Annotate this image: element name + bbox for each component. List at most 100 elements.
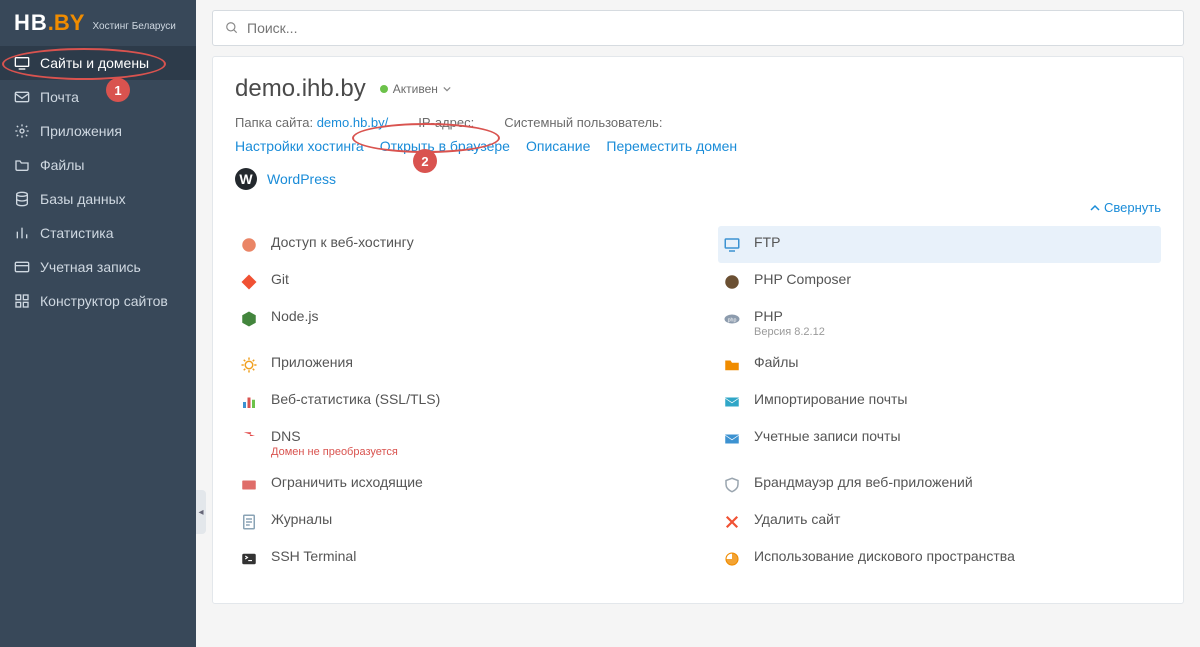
tool-restrict[interactable]: Ограничить исходящие xyxy=(235,466,678,503)
tool-label: Журналы xyxy=(271,511,332,527)
search-bar[interactable] xyxy=(212,10,1184,46)
apps-icon xyxy=(239,355,259,375)
tool-label: Веб-статистика (SSL/TLS) xyxy=(271,391,440,407)
sidebar-item-2[interactable]: Приложения xyxy=(0,114,196,148)
svg-text:php: php xyxy=(728,317,737,323)
sidebar-item-label: Учетная запись xyxy=(40,259,141,275)
dns-icon xyxy=(239,429,259,449)
description-link[interactable]: Описание xyxy=(526,138,590,154)
tool-stats[interactable]: Веб-статистика (SSL/TLS) xyxy=(235,383,678,420)
tool-label: Node.js xyxy=(271,308,318,324)
tool-git[interactable]: Git xyxy=(235,263,678,300)
sidebar-item-label: Сайты и домены xyxy=(40,55,149,71)
stats-icon xyxy=(239,392,259,412)
wordpress-row: W WordPress xyxy=(235,168,1161,190)
chevron-up-icon xyxy=(1090,203,1100,213)
tool-hosting[interactable]: Доступ к веб-хостингу xyxy=(235,226,678,263)
sidebar-item-0[interactable]: Сайты и домены xyxy=(0,46,196,80)
main-area: demo.ihb.by Активен Папка сайта: demo.hb… xyxy=(196,0,1200,647)
ssh-icon xyxy=(239,549,259,569)
sidebar-item-7[interactable]: Конструктор сайтов xyxy=(0,284,196,318)
php-icon: php xyxy=(722,309,742,329)
tool-waf[interactable]: Брандмауэр для веб-приложений xyxy=(718,466,1161,503)
chart-icon xyxy=(14,225,30,241)
tool-node[interactable]: Node.js xyxy=(235,300,678,346)
search-input[interactable] xyxy=(247,20,1171,36)
domain-status[interactable]: Активен xyxy=(380,82,451,96)
tool-label: Приложения xyxy=(271,354,353,370)
tool-accounts[interactable]: Учетные записи почты xyxy=(718,420,1161,466)
tool-logs[interactable]: Журналы xyxy=(235,503,678,540)
grid-icon xyxy=(14,293,30,309)
monitor-icon xyxy=(14,55,30,71)
tool-delete[interactable]: Удалить сайт xyxy=(718,503,1161,540)
sidebar-item-label: Конструктор сайтов xyxy=(40,293,168,309)
tool-files[interactable]: Файлы xyxy=(718,346,1161,383)
sidebar-item-3[interactable]: Файлы xyxy=(0,148,196,182)
node-icon xyxy=(239,309,259,329)
folder-icon xyxy=(14,157,30,173)
domain-meta: Папка сайта: demo.hb.by/ IP-адрес: Систе… xyxy=(235,115,1161,130)
move-domain-link[interactable]: Переместить домен xyxy=(606,138,737,154)
import-icon xyxy=(722,392,742,412)
restrict-icon xyxy=(239,475,259,495)
tool-apps[interactable]: Приложения xyxy=(235,346,678,383)
tool-label: PHP xyxy=(754,308,825,324)
database-icon xyxy=(14,191,30,207)
hosting-settings-link[interactable]: Настройки хостинга xyxy=(235,138,364,154)
tool-label: DNS xyxy=(271,428,398,444)
sidebar-collapse-handle[interactable]: ◂ xyxy=(196,490,206,534)
sidebar-item-label: Базы данных xyxy=(40,191,126,207)
tool-label: Доступ к веб-хостингу xyxy=(271,234,414,250)
sidebar: HB.BY Хостинг Беларуси Сайты и домены Поч… xyxy=(0,0,196,647)
git-icon xyxy=(239,272,259,292)
domain-card: demo.ihb.by Активен Папка сайта: demo.hb… xyxy=(212,56,1184,604)
domain-actions: Настройки хостинга Открыть в браузере Оп… xyxy=(235,138,1161,154)
sidebar-item-6[interactable]: Учетная запись xyxy=(0,250,196,284)
waf-icon xyxy=(722,475,742,495)
ftp-icon xyxy=(722,235,742,255)
tool-label: Учетные записи почты xyxy=(754,428,901,444)
sidebar-item-label: Приложения xyxy=(40,123,122,139)
site-folder-link[interactable]: demo.hb.by/ xyxy=(317,115,389,130)
sidebar-item-1[interactable]: Почта xyxy=(0,80,196,114)
tool-label: Удалить сайт xyxy=(754,511,840,527)
tool-label: Использование дискового пространства xyxy=(754,548,1015,564)
tool-label: Импортирование почты xyxy=(754,391,907,407)
sidebar-item-4[interactable]: Базы данных xyxy=(0,182,196,216)
tool-label: Брандмауэр для веб-приложений xyxy=(754,474,973,490)
composer-icon xyxy=(722,272,742,292)
tool-sub: Домен не преобразуется xyxy=(271,446,398,458)
gear-icon xyxy=(14,123,30,139)
brand-sub: Хостинг Беларуси xyxy=(92,21,175,32)
wordpress-icon: W xyxy=(235,168,257,190)
chevron-down-icon xyxy=(443,85,451,93)
status-dot-icon xyxy=(380,85,388,93)
sidebar-nav: Сайты и домены Почта Приложения Файлы Базы д… xyxy=(0,46,196,318)
collapse-tools-link[interactable]: Свернуть xyxy=(1090,200,1161,215)
files-icon xyxy=(722,355,742,375)
tool-disk[interactable]: Использование дискового пространства xyxy=(718,540,1161,577)
card-icon xyxy=(14,259,30,275)
tool-label: Файлы xyxy=(754,354,798,370)
tool-ssh[interactable]: SSH Terminal xyxy=(235,540,678,577)
accounts-icon xyxy=(722,429,742,449)
brand-logo[interactable]: HB.BY Хостинг Беларуси xyxy=(0,0,196,46)
hosting-icon xyxy=(239,235,259,255)
tool-dns[interactable]: DNS Домен не преобразуется xyxy=(235,420,678,466)
tool-label: FTP xyxy=(754,234,780,250)
search-icon xyxy=(225,21,239,35)
sidebar-item-5[interactable]: Статистика xyxy=(0,216,196,250)
tool-label: Git xyxy=(271,271,289,287)
open-in-browser-link[interactable]: Открыть в браузере xyxy=(380,138,510,154)
logs-icon xyxy=(239,512,259,532)
disk-icon xyxy=(722,549,742,569)
tool-composer[interactable]: PHP Composer xyxy=(718,263,1161,300)
tool-label: PHP Composer xyxy=(754,271,851,287)
wordpress-link[interactable]: WordPress xyxy=(267,171,336,187)
tool-ftp[interactable]: FTP xyxy=(718,226,1161,263)
tools-grid: Доступ к веб-хостингу FTP Git PHP Composer N… xyxy=(235,226,1161,577)
tool-php[interactable]: phpPHPВерсия 8.2.12 xyxy=(718,300,1161,346)
tool-import[interactable]: Импортирование почты xyxy=(718,383,1161,420)
sidebar-item-label: Файлы xyxy=(40,157,84,173)
